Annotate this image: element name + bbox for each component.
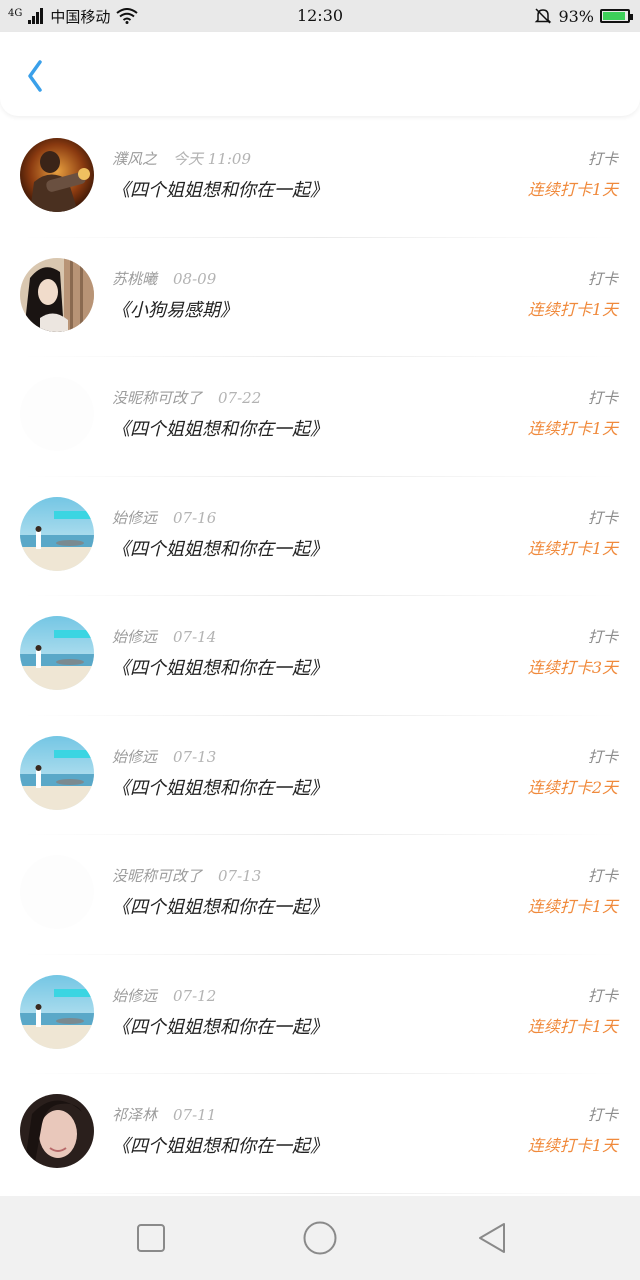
battery-icon: [600, 9, 633, 23]
post-meta: 始修远 07-14: [112, 626, 216, 647]
feed-item[interactable]: 始修远 07-13 《四个姐姐想和你在一起》 打卡连续打卡2天: [0, 716, 640, 836]
feed-item[interactable]: 祁泽林 07-11 《四个姐姐想和你在一起》 打卡连续打卡1天: [0, 1074, 640, 1194]
post-meta: 始修远 07-12: [112, 985, 216, 1006]
username[interactable]: 祁泽林: [112, 1106, 157, 1124]
checkin-tag: 打卡: [587, 150, 618, 168]
user-avatar[interactable]: [20, 377, 94, 451]
post-meta: 没昵称可改了 07-13: [112, 865, 261, 886]
streak-label: 连续打卡1天: [527, 419, 618, 438]
feed-item[interactable]: 始修远 07-14 《四个姐姐想和你在一起》 打卡连续打卡3天: [0, 596, 640, 716]
post-date: 07-12: [173, 986, 217, 1005]
checkin-tag: 打卡: [587, 628, 618, 646]
post-meta: 祁泽林 07-11: [112, 1104, 216, 1125]
post-date: 07-11: [173, 1106, 217, 1124]
user-avatar[interactable]: [20, 1094, 94, 1168]
post-date: 07-16: [173, 508, 217, 527]
streak-label: 连续打卡1天: [527, 299, 618, 319]
back-triangle-icon[interactable]: [474, 1220, 510, 1256]
post-meta: 濮风之 今天 11:09: [112, 148, 251, 169]
post-meta: 始修远 07-16: [112, 507, 216, 528]
post-date: 07-13: [173, 747, 217, 766]
username[interactable]: 没昵称可改了: [112, 389, 202, 407]
book-title[interactable]: 《四个姐姐想和你在一起》: [112, 774, 328, 800]
post-meta: 苏桃曦 08-09: [112, 268, 216, 289]
feed-item[interactable]: 始修远 07-16 《四个姐姐想和你在一起》 打卡连续打卡1天: [0, 477, 640, 597]
book-title[interactable]: 《四个姐姐想和你在一起》: [112, 415, 328, 441]
post-date: 07-22: [218, 389, 262, 407]
system-nav-bar: [0, 1196, 640, 1280]
battery-level: [603, 12, 626, 20]
recent-apps-square-icon[interactable]: [133, 1220, 169, 1256]
user-avatar[interactable]: [20, 855, 94, 929]
user-avatar[interactable]: [20, 496, 94, 571]
checkin-feed: 濮风之 今天 11:09 《四个姐姐想和你在一起》 打卡 连续打卡1天 苏桃曦 08-09 《…: [0, 118, 640, 1194]
book-title[interactable]: 《四个姐姐想和你在一起》: [112, 1132, 328, 1158]
status-bar: 4G 中国移动 12:30 93%: [0, 0, 640, 32]
streak-label: 连续打卡1天: [527, 1136, 618, 1155]
checkin-tag: 打卡: [587, 269, 618, 288]
checkin-tag: 打卡: [587, 1106, 618, 1124]
username[interactable]: 始修远: [112, 748, 157, 766]
post-meta: 始修远 07-13: [112, 746, 216, 767]
user-avatar[interactable]: [20, 974, 94, 1049]
checkin-tag: 打卡: [587, 508, 618, 527]
username[interactable]: 始修远: [112, 987, 157, 1005]
back-arrow-icon[interactable]: [16, 52, 56, 92]
checkin-tag: 打卡: [587, 986, 618, 1005]
streak-label: 连续打卡1天: [527, 897, 618, 916]
streak-label: 连续打卡2天: [527, 777, 618, 797]
user-avatar[interactable]: [20, 138, 94, 212]
book-title[interactable]: 《四个姐姐想和你在一起》: [112, 1013, 328, 1039]
feed-item[interactable]: 没昵称可改了 07-22 《四个姐姐想和你在一起》 打卡连续打卡1天: [0, 357, 640, 477]
user-avatar[interactable]: [20, 257, 94, 332]
post-date: 07-14: [173, 628, 217, 646]
top-nav-bar: [0, 32, 640, 116]
home-circle-icon[interactable]: [300, 1218, 340, 1258]
streak-label: 连续打卡3天: [527, 658, 618, 677]
book-title[interactable]: 《四个姐姐想和你在一起》: [112, 654, 328, 680]
streak-label: 连续打卡1天: [527, 538, 618, 558]
feed-item[interactable]: 始修远 07-12 《四个姐姐想和你在一起》 打卡连续打卡1天: [0, 955, 640, 1075]
post-date: 08-09: [173, 269, 217, 288]
mute-bell-icon: [535, 8, 552, 24]
username[interactable]: 没昵称可改了: [112, 867, 202, 885]
book-title[interactable]: 《四个姐姐想和你在一起》: [112, 535, 328, 561]
username[interactable]: 始修远: [112, 628, 157, 646]
streak-label: 连续打卡1天: [527, 180, 618, 199]
checkin-tag: 打卡: [587, 747, 618, 766]
username[interactable]: 濮风之: [112, 150, 157, 168]
post-date: 07-13: [218, 867, 262, 885]
user-avatar[interactable]: [20, 735, 94, 810]
post-meta: 没昵称可改了 07-22: [112, 387, 261, 408]
user-avatar[interactable]: [20, 616, 94, 690]
checkin-tag: 打卡: [587, 389, 618, 407]
book-title[interactable]: 《四个姐姐想和你在一起》: [112, 893, 328, 919]
book-title[interactable]: 《小狗易感期》: [112, 296, 238, 322]
battery-percent: 93%: [558, 6, 594, 26]
feed-item[interactable]: 没昵称可改了 07-13 《四个姐姐想和你在一起》 打卡连续打卡1天: [0, 835, 640, 955]
feed-item[interactable]: 濮风之 今天 11:09 《四个姐姐想和你在一起》 打卡连续打卡1天: [0, 118, 640, 238]
feed-item[interactable]: 苏桃曦 08-09 《小狗易感期》 打卡连续打卡1天: [0, 238, 640, 358]
post-date: 今天 11:09: [173, 150, 252, 168]
streak-label: 连续打卡1天: [527, 1016, 618, 1036]
username[interactable]: 苏桃曦: [112, 270, 157, 288]
book-title[interactable]: 《四个姐姐想和你在一起》: [112, 176, 328, 202]
username[interactable]: 始修远: [112, 509, 157, 527]
checkin-tag: 打卡: [587, 867, 618, 885]
